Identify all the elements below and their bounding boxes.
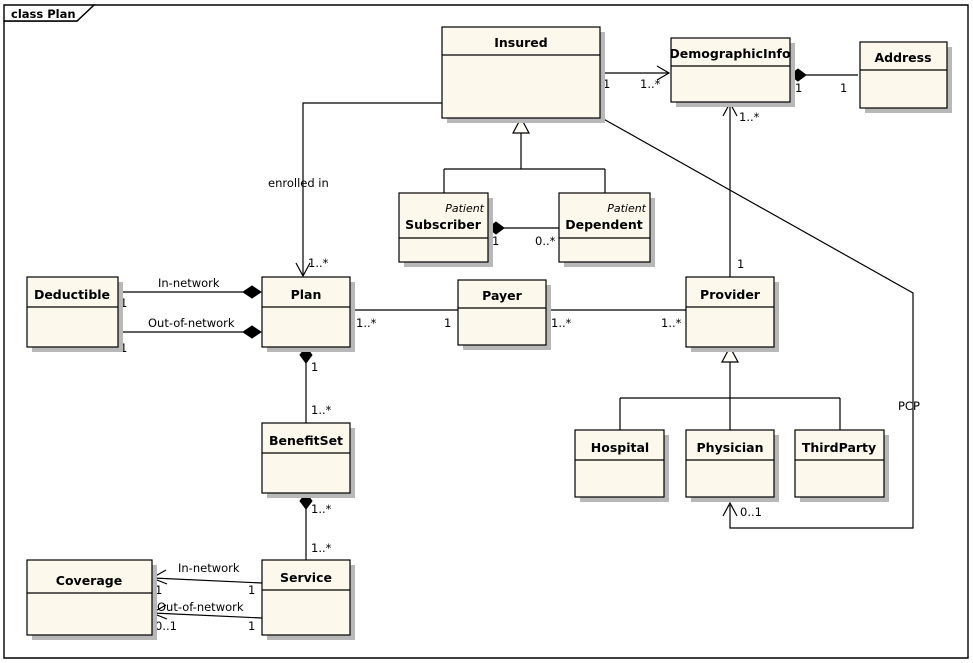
- classes-layer: Insured DemographicInfo Address Patient …: [26, 26, 952, 640]
- uml-class-diagram: class Plan 1 1..* 1 1 1..* 1 1 0..* enro…: [0, 0, 973, 663]
- multiplicity-label: 1: [444, 316, 451, 330]
- association-name-label: Out-of-network: [148, 316, 235, 330]
- class-name-label: ThirdParty: [802, 440, 876, 455]
- multiplicity-label: 1..*: [640, 77, 661, 91]
- multiplicity-label: 1..*: [311, 403, 332, 417]
- class-name-label: Insured: [494, 35, 547, 50]
- class-name-label: BenefitSet: [269, 433, 343, 448]
- multiplicity-label: 1: [795, 81, 802, 95]
- multiplicity-label: 1: [248, 583, 255, 597]
- class-box-plan[interactable]: Plan: [261, 276, 355, 352]
- class-name-label: Dependent: [565, 217, 643, 232]
- multiplicity-label: 0..*: [535, 234, 556, 248]
- class-box-hospital[interactable]: Hospital: [574, 429, 669, 502]
- multiplicity-label: 1..*: [311, 502, 332, 516]
- edge-demographic-address: 1 1: [789, 68, 858, 95]
- class-name-label: Service: [280, 570, 332, 585]
- multiplicity-label: 1: [248, 619, 255, 633]
- association-name-label: enrolled in: [268, 176, 329, 190]
- multiplicity-label: 1: [737, 257, 744, 271]
- edge-provider-generalization: [619, 345, 841, 430]
- composition-diamond-icon: [242, 285, 262, 299]
- class-box-demographicinfo[interactable]: DemographicInfo: [669, 37, 795, 107]
- class-box-subscriber[interactable]: Patient Subscriber: [398, 192, 493, 267]
- edge-plan-benefitset: 1 1..*: [299, 346, 332, 423]
- edge-deductible-plan-in-network: In-network 1: [118, 276, 262, 310]
- association-name-label: Out-of-network: [157, 600, 244, 614]
- class-name-label: Coverage: [56, 573, 122, 588]
- class-box-benefitset[interactable]: BenefitSet: [261, 422, 355, 498]
- multiplicity-label: 1: [840, 81, 847, 95]
- class-box-dependent[interactable]: Patient Dependent: [558, 192, 655, 267]
- edge-benefitset-service: 1..* 1..*: [299, 492, 332, 560]
- class-name-label: Deductible: [34, 287, 110, 302]
- class-box-provider[interactable]: Provider: [685, 276, 779, 352]
- class-name-label: Plan: [291, 287, 322, 302]
- multiplicity-label: 1..*: [661, 316, 682, 330]
- multiplicity-label: 0..1: [155, 619, 177, 633]
- class-box-payer[interactable]: Payer: [457, 279, 551, 350]
- class-box-deductible[interactable]: Deductible: [26, 276, 123, 352]
- association-name-label: In-network: [178, 561, 240, 575]
- edge-payer-provider: 1..* 1..*: [546, 309, 686, 330]
- class-box-physician[interactable]: Physician: [685, 429, 779, 502]
- multiplicity-label: 1: [311, 360, 318, 374]
- frame-tab-label: class Plan: [11, 7, 76, 21]
- class-name-label: Hospital: [591, 440, 649, 455]
- class-stereotype-label: Patient: [445, 202, 484, 215]
- class-box-coverage[interactable]: Coverage: [26, 559, 157, 640]
- edge-service-coverage-out-of-network: Out-of-network 0..1 1: [150, 600, 263, 633]
- class-name-label: Payer: [482, 288, 523, 303]
- class-box-address[interactable]: Address: [859, 41, 952, 113]
- edge-line: [443, 132, 606, 193]
- edge-subscriber-dependent: 1 0..*: [487, 221, 559, 248]
- multiplicity-label: 1..*: [739, 110, 760, 124]
- edge-line: [619, 361, 841, 430]
- edge-deductible-plan-out-of-network: Out-of-network 1: [118, 316, 262, 355]
- multiplicity-label: 0..1: [740, 505, 762, 519]
- class-box-thirdparty[interactable]: ThirdParty: [794, 429, 889, 502]
- multiplicity-label: 1..*: [356, 316, 377, 330]
- class-name-label: DemographicInfo: [669, 46, 791, 61]
- class-box-insured[interactable]: Insured: [441, 26, 605, 123]
- edge-insured-generalization: [443, 116, 606, 193]
- edge-insured-demographic: 1 1..*: [600, 65, 671, 91]
- multiplicity-label: 1..*: [311, 541, 332, 555]
- association-name-label: PCP: [898, 399, 920, 413]
- edge-plan-payer: 1..* 1: [350, 309, 458, 330]
- class-name-label: Address: [874, 50, 931, 65]
- association-name-label: In-network: [158, 276, 220, 290]
- box-body: [26, 559, 153, 636]
- edge-provider-demographic: 1..* 1: [722, 101, 760, 277]
- composition-diamond-icon: [242, 325, 262, 339]
- class-name-label: Provider: [700, 287, 761, 302]
- multiplicity-label: 1..*: [308, 256, 329, 270]
- class-box-service[interactable]: Service: [261, 559, 355, 640]
- multiplicity-label: 1: [492, 234, 499, 248]
- class-name-label: Subscriber: [405, 217, 482, 232]
- edge-line: [152, 577, 263, 584]
- class-name-label: Physician: [697, 440, 764, 455]
- edge-service-coverage-in-network: In-network 1 1: [150, 561, 263, 597]
- multiplicity-label: 1..*: [551, 316, 572, 330]
- class-stereotype-label: Patient: [607, 202, 646, 215]
- diagram-canvas: class Plan 1 1..* 1 1 1..* 1 1 0..* enro…: [3, 4, 969, 659]
